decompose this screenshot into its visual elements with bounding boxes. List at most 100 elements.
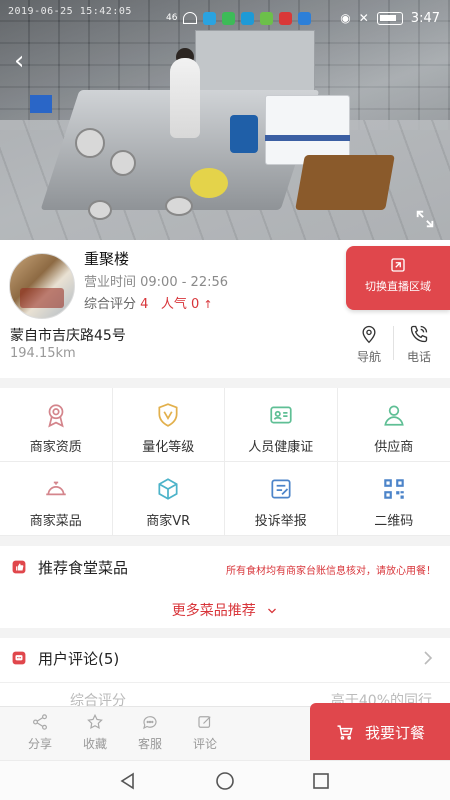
eye-icon: ◉ [340, 11, 351, 25]
grid-item-dishes[interactable]: 商家菜品 [0, 462, 113, 536]
grid-item-label: 供应商 [374, 440, 414, 455]
complaint-edit-icon [271, 479, 291, 499]
grid-item-vr[interactable]: 商家VR [112, 462, 225, 536]
app-icon [260, 11, 274, 25]
grid-item-qualification[interactable]: 商家资质 [0, 388, 113, 462]
grid-item-label: 投诉举报 [254, 514, 307, 529]
share-button[interactable]: 分享 [20, 713, 60, 752]
grid-item-label: 商家VR [146, 514, 191, 529]
divider [393, 326, 394, 360]
recommend-title: 推荐食堂菜品 [38, 559, 129, 577]
grid-item-rating-level[interactable]: 量化等级 [112, 388, 225, 462]
grid-item-label: 量化等级 [142, 440, 195, 455]
nav-home-icon[interactable] [215, 771, 235, 791]
fullscreen-icon[interactable] [414, 208, 436, 230]
grid-item-qr-code[interactable]: 二维码 [337, 462, 450, 536]
grid-item-complaint[interactable]: 投诉举报 [225, 462, 338, 536]
business-hours: 营业时间 09:00 - 22:56 [84, 275, 229, 290]
navigate-button[interactable]: 导航 [351, 324, 387, 365]
cart-icon [337, 725, 353, 740]
supplier-person-icon [384, 405, 404, 426]
id-card-icon [270, 406, 292, 424]
cube-vr-icon [158, 478, 178, 500]
video-bin [230, 115, 258, 153]
location-pin-icon [362, 325, 376, 344]
shield-v-icon [158, 403, 178, 427]
back-arrow-icon[interactable]: ‹ [14, 48, 24, 74]
bottom-action-bar: 分享 收藏 客服 评论 我要订餐 [0, 703, 450, 761]
share-label: 分享 [27, 737, 52, 751]
play-app-icon [222, 11, 236, 25]
nav-back-icon[interactable] [118, 771, 138, 791]
share-icon [33, 714, 47, 730]
chevron-down-icon [268, 608, 277, 614]
nav-recent-apps-icon[interactable] [311, 771, 331, 791]
rating-line: 综合评分 4 人气 0 ↑ [84, 293, 213, 312]
grid-item-label: 人员健康证 [248, 440, 314, 455]
customer-service-label: 客服 [137, 737, 162, 751]
telegram-app-icon [203, 11, 217, 25]
video-pot [88, 200, 112, 220]
rating-value: 4 [140, 297, 149, 312]
order-label: 我要订餐 [364, 723, 425, 742]
trend-up-icon: ↑ [203, 298, 213, 311]
call-button[interactable]: 电话 [401, 324, 437, 365]
video-pot [75, 128, 105, 158]
grid-item-label: 商家菜品 [29, 514, 82, 529]
app-screen: 2019-06-25 15:42:05 46 ◉ ✕ 3:47 ‹ 重聚楼 营业… [0, 0, 450, 800]
grid-item-label: 二维码 [374, 514, 414, 529]
grid-item-supplier[interactable]: 供应商 [337, 388, 450, 462]
customer-service-button[interactable]: 客服 [130, 713, 170, 752]
app-icon [279, 11, 293, 25]
store-distance: 194.15km [10, 346, 76, 361]
order-button[interactable]: 我要订餐 [310, 703, 450, 761]
clock: 3:47 [410, 10, 440, 26]
navigate-label: 导航 [356, 350, 381, 364]
live-kitchen-video[interactable]: 2019-06-25 15:42:05 46 ◉ ✕ 3:47 ‹ [0, 0, 450, 240]
store-info-card: 重聚楼 营业时间 09:00 - 22:56 综合评分 4 人气 0 ↑ 切换直… [0, 240, 450, 378]
store-address: 蒙自市吉庆路45号 [10, 328, 126, 344]
star-icon [87, 713, 103, 730]
feature-grid: 商家资质 量化等级 人员健康证 供应商 商家菜品 商家VR 投诉举报 二维码 [0, 378, 450, 536]
divider [0, 682, 450, 683]
switch-live-area-button[interactable]: 切换直播区域 [346, 246, 450, 310]
video-cutting-board [190, 168, 228, 198]
chat-bubble-icon [143, 716, 157, 730]
favorite-button[interactable]: 收藏 [75, 713, 115, 752]
switch-area-icon [391, 258, 405, 272]
popularity-label: 人气 [160, 297, 187, 312]
video-table [295, 155, 395, 210]
app-icon [241, 11, 255, 25]
chevron-right-icon [424, 651, 433, 665]
grid-item-label: 商家资质 [29, 440, 82, 455]
thumbs-up-icon [12, 560, 26, 574]
dish-cloche-icon [46, 481, 66, 496]
store-avatar [9, 253, 75, 319]
reviews-title: 用户评论(5) [38, 650, 120, 668]
award-ribbon-icon [47, 404, 64, 428]
video-pot [110, 150, 136, 176]
favorite-label: 收藏 [82, 737, 107, 751]
rating-label: 综合评分 [84, 297, 137, 312]
user-reviews-section[interactable]: 用户评论(5) 综合评分 高于40%的同行 [0, 638, 450, 709]
comment-icon [12, 651, 26, 665]
grid-item-health-certificate[interactable]: 人员健康证 [225, 388, 338, 462]
switch-live-label: 切换直播区域 [365, 280, 431, 293]
video-freezer-stripe [265, 135, 350, 141]
popularity-value: 0 [191, 297, 200, 312]
video-person [170, 58, 200, 138]
battery-icon [376, 11, 403, 25]
video-pot [165, 196, 193, 216]
edit-icon [198, 716, 211, 728]
more-dishes-button[interactable]: 更多菜品推荐 [0, 600, 450, 620]
more-dishes-label: 更多菜品推荐 [171, 603, 256, 619]
phone-label: 电话 [406, 350, 431, 364]
qr-code-icon [384, 479, 404, 499]
comment-button[interactable]: 评论 [185, 713, 225, 752]
system-navigation-bar [0, 760, 450, 800]
comment-label: 评论 [192, 737, 217, 751]
app-icon [298, 11, 312, 25]
mute-icon: ✕ [358, 11, 369, 25]
signal-icon: 46 [166, 13, 178, 23]
video-crate [30, 95, 52, 113]
